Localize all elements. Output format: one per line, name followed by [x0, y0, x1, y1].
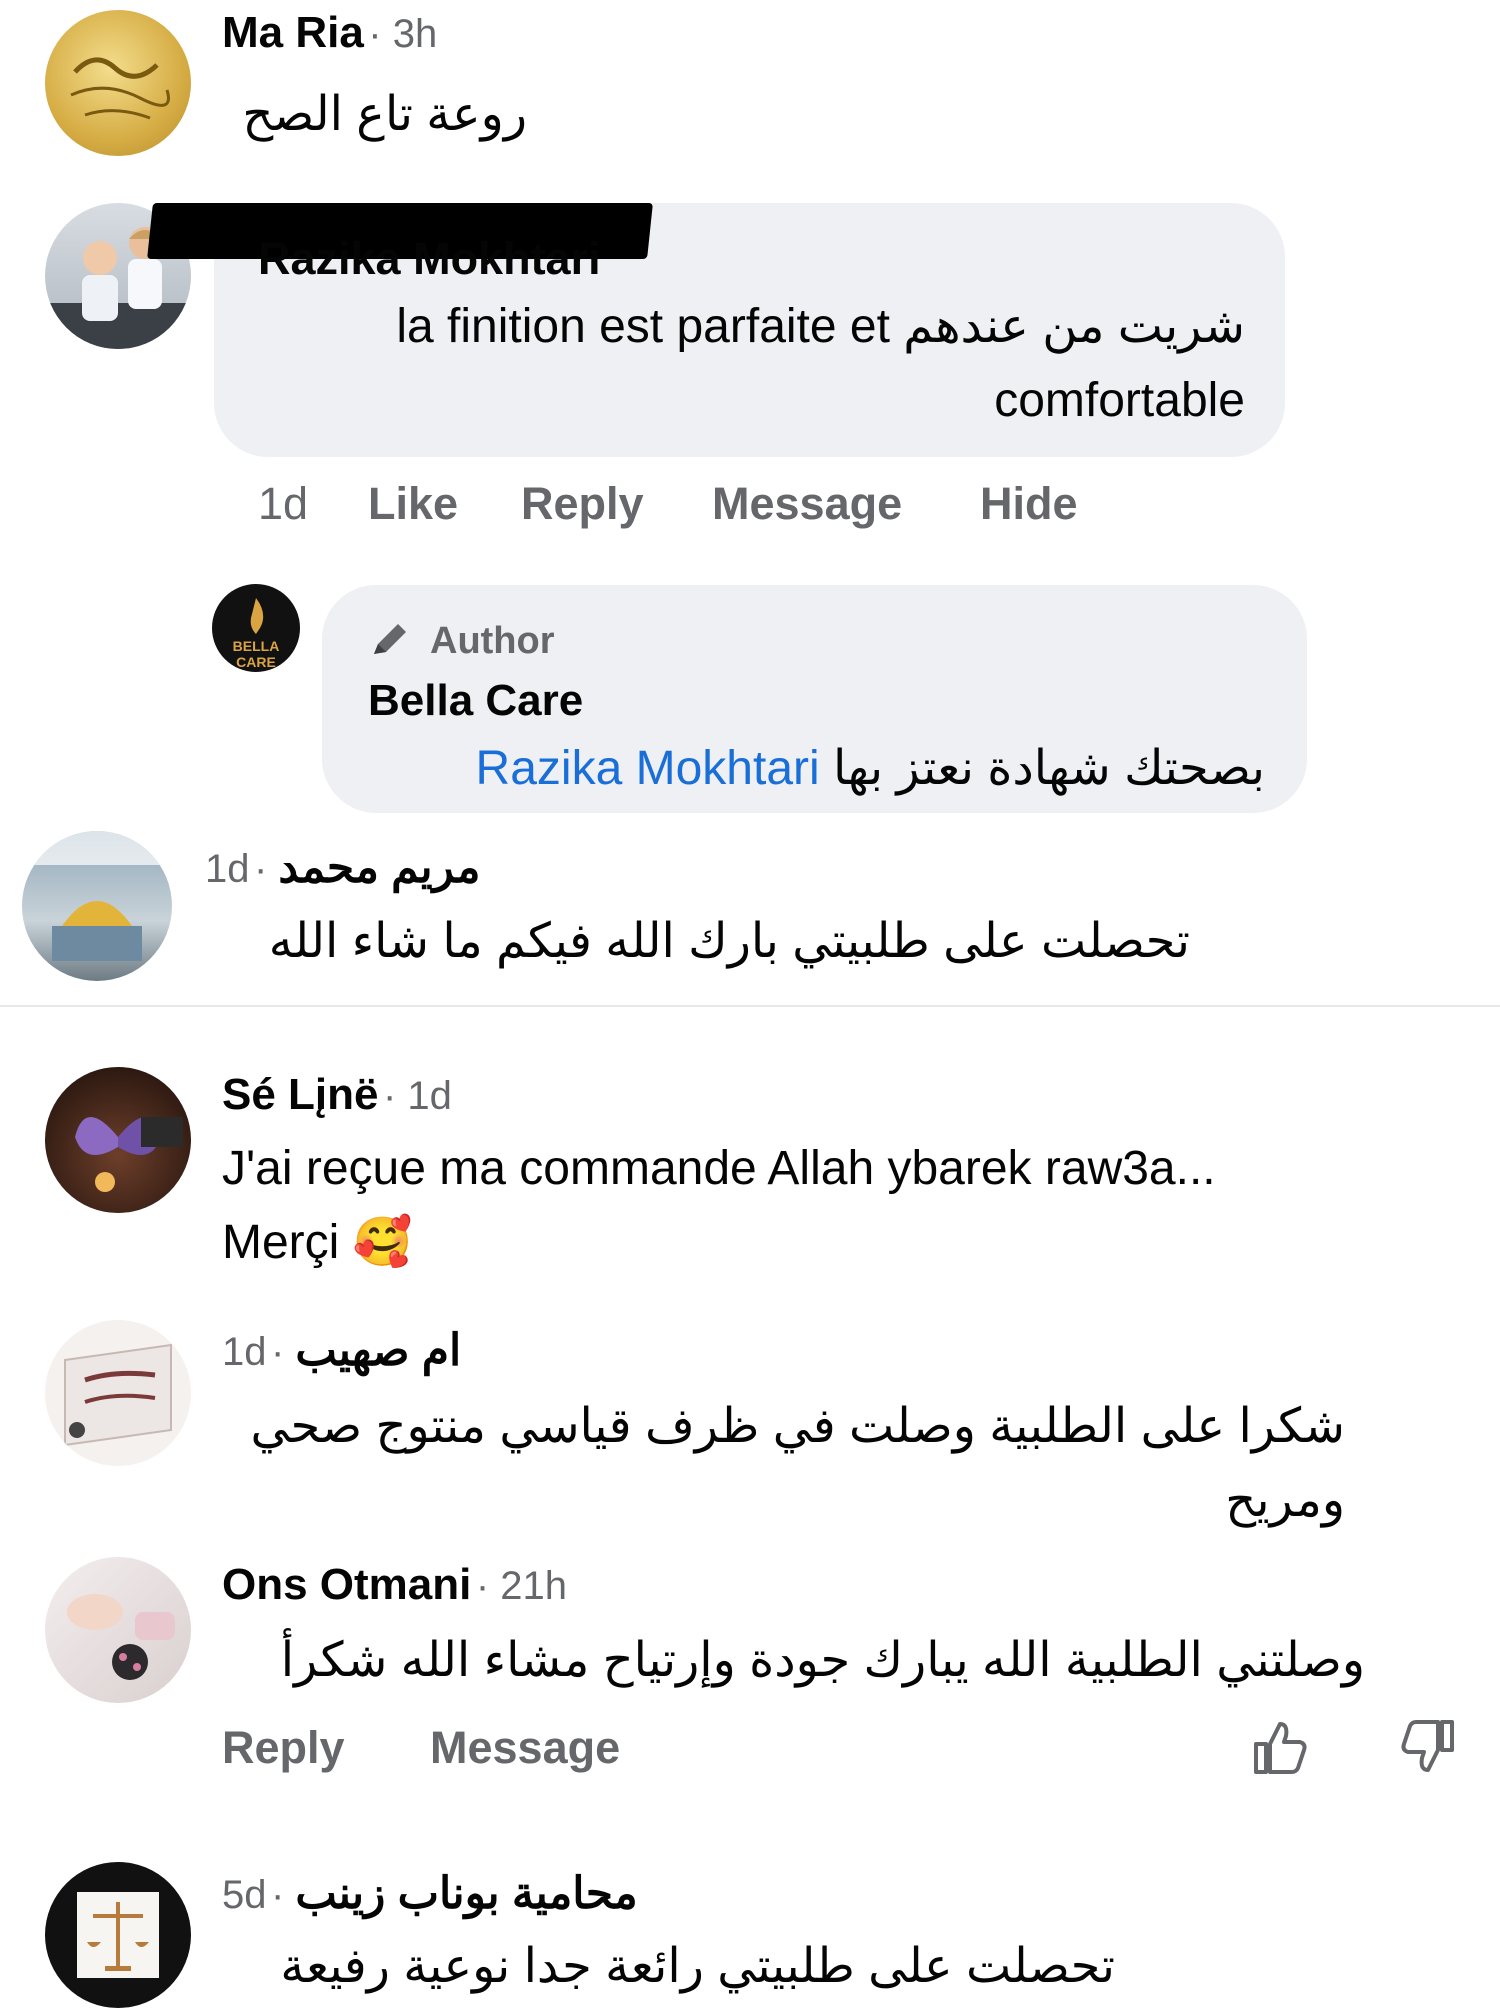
message-button[interactable]: Message	[712, 478, 902, 530]
dome-icon	[22, 831, 172, 961]
section-divider	[0, 1005, 1500, 1007]
comment-text-word: Merçi	[222, 1216, 340, 1269]
timestamp[interactable]: 21h	[500, 1564, 567, 1608]
hands-avatar[interactable]	[45, 1557, 191, 1703]
reply-button[interactable]: Reply	[521, 478, 644, 530]
comment-text-arabic: بصحتك شهادة نعتز بها	[833, 742, 1265, 795]
timestamp[interactable]: 3h	[393, 12, 438, 56]
reply-button[interactable]: Reply	[222, 1722, 345, 1774]
book-icon	[64, 1343, 172, 1447]
author-name[interactable]: ام صهيب	[295, 1326, 461, 1375]
hands-photo-icon	[67, 1594, 175, 1680]
calligraphy-icon	[70, 57, 170, 120]
hide-button[interactable]: Hide	[980, 478, 1078, 530]
comment-text-french: la finition est parfaite et	[396, 300, 890, 353]
comment-text: J'ai reçue ma commande Allah ybarek raw3…	[222, 1142, 1216, 1195]
comment-text: شكرا على الطلبية وصلت في ظرف قياسي منتوج…	[250, 1400, 1345, 1453]
thumbs-down-icon[interactable]	[1398, 1716, 1460, 1783]
comment-meta: 1d · مريم محمد	[205, 843, 481, 892]
author-name[interactable]: محامية بوناب زينب	[295, 1869, 637, 1918]
comment-meta: 5d · محامية بوناب زينب	[222, 1869, 638, 1918]
comment-text: بصحتك شهادة نعتز بها Razika Mokhtari	[360, 732, 1265, 806]
avatar-logo-text: BELLA CARE	[232, 638, 280, 670]
author-badge: Author	[430, 620, 555, 662]
bella-care-avatar[interactable]: BELLA CARE	[212, 584, 300, 672]
author-name[interactable]: Ons Otmani	[222, 1560, 471, 1609]
comment-text-arabic: شريت من عندهم	[903, 300, 1245, 353]
author-name[interactable]: Razika Mokhtari	[258, 233, 601, 285]
author-name[interactable]: مريم محمد	[278, 843, 480, 892]
comment-text-line2: comfortable	[994, 374, 1245, 427]
comment-text-line2: Merçi 🥰	[222, 1206, 822, 1280]
thumbs-up-icon[interactable]	[1248, 1716, 1310, 1783]
message-button[interactable]: Message	[430, 1722, 620, 1774]
comment-text-line2: ومريح	[1225, 1474, 1345, 1527]
smiling-face-hearts-emoji: 🥰	[352, 1216, 413, 1269]
quran-avatar[interactable]	[45, 1320, 191, 1466]
scales-avatar[interactable]	[45, 1862, 191, 2008]
author-name[interactable]: Sé Lįnë	[222, 1070, 379, 1119]
calligraphy-avatar[interactable]	[45, 10, 191, 156]
timestamp[interactable]: 1d	[407, 1074, 452, 1118]
mention-link[interactable]: Razika Mokhtari	[476, 742, 820, 795]
pencil-icon	[368, 616, 414, 667]
comment-text: شريت من عندهم la finition est parfaite e…	[245, 290, 1245, 364]
comment-text: تحصلت على طلبيتي رائعة جدا نوعية رفيعة	[280, 1940, 1115, 1993]
comment-meta: Sé Lįnë · 1d	[222, 1070, 452, 1119]
comment-meta: 1d · ام صهيب	[222, 1326, 462, 1375]
butterfly-icon	[75, 1117, 183, 1192]
scales-of-justice-icon	[77, 1892, 159, 1978]
comment-meta: Ma Ria · 3h	[222, 8, 438, 57]
butterfly-avatar[interactable]	[45, 1067, 191, 1213]
like-button[interactable]: Like	[368, 478, 458, 530]
comment-text: تحصلت على طلبيتي بارك الله فيكم ما شاء ا…	[268, 915, 1190, 968]
timestamp[interactable]: 1d	[258, 478, 308, 530]
timestamp[interactable]: 1d	[222, 1330, 267, 1374]
timestamp[interactable]: 5d	[222, 1873, 267, 1917]
comment-meta: Ons Otmani · 21h	[222, 1560, 568, 1609]
comment-text: روعة تاع الصح	[242, 88, 527, 141]
author-name[interactable]: Bella Care	[368, 676, 583, 726]
mosque-avatar[interactable]	[22, 831, 172, 981]
timestamp[interactable]: 1d	[205, 847, 250, 891]
comment-text: وصلتني الطلبية الله يبارك جودة وإرتياح م…	[280, 1634, 1365, 1687]
author-name[interactable]: Ma Ria	[222, 8, 364, 57]
